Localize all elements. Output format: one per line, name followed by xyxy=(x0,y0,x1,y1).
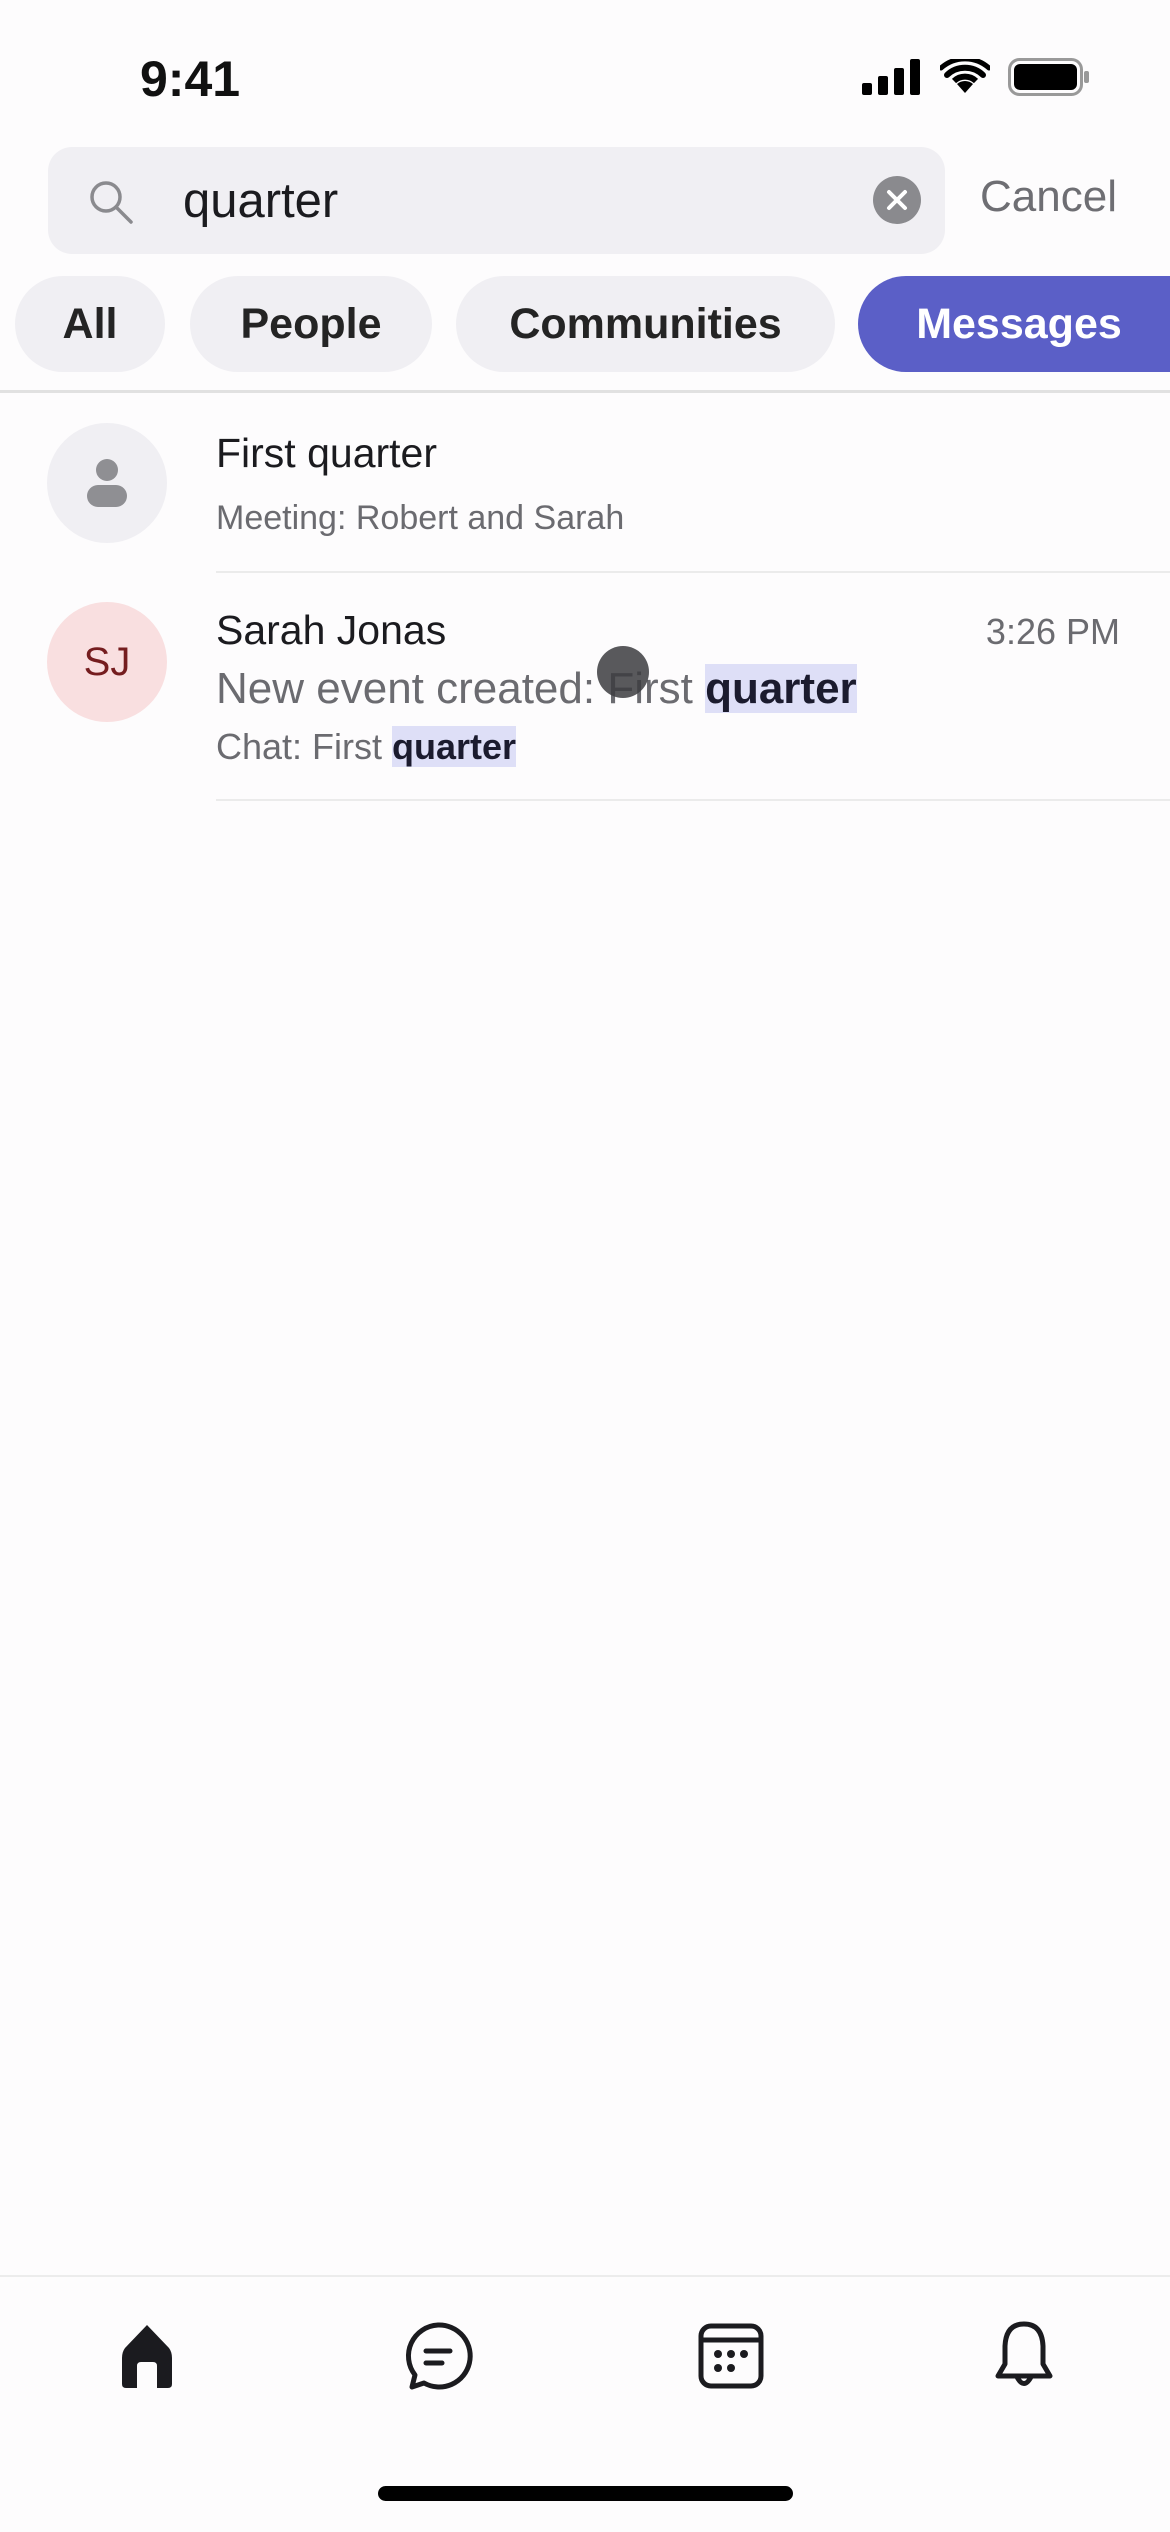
search-icon xyxy=(90,181,133,224)
filter-communities[interactable]: Communities xyxy=(456,276,835,372)
message-time: 3:26 PM xyxy=(985,611,1120,652)
divider xyxy=(0,390,1170,393)
cellular-signal-icon xyxy=(862,59,920,95)
search-input[interactable]: quarter xyxy=(183,173,338,229)
match-highlight: quarter xyxy=(705,664,857,713)
person-icon xyxy=(87,459,127,507)
match-highlight: quarter xyxy=(392,726,517,767)
filter-people[interactable]: People xyxy=(190,276,432,372)
status-time: 9:41 xyxy=(140,51,241,107)
result-subtitle: Meeting: Robert and Sarah xyxy=(216,499,625,537)
cancel-button[interactable]: Cancel xyxy=(980,172,1117,222)
calendar-icon[interactable] xyxy=(691,2316,771,2396)
filter-all[interactable]: All xyxy=(15,276,165,372)
result-title: First quarter xyxy=(216,430,437,476)
search-field[interactable]: quarter xyxy=(48,147,945,254)
bell-icon[interactable] xyxy=(984,2316,1064,2396)
touch-indicator xyxy=(597,646,649,698)
battery-icon xyxy=(1008,58,1089,96)
home-indicator[interactable] xyxy=(378,2486,793,2501)
clear-search-icon[interactable] xyxy=(873,176,921,224)
tab-bar-border xyxy=(0,2275,1170,2277)
separator xyxy=(216,799,1170,801)
avatar xyxy=(47,423,167,543)
chat-name: Chat: First quarter xyxy=(216,726,517,768)
filter-messages[interactable]: Messages xyxy=(858,276,1170,372)
chat-icon[interactable] xyxy=(398,2316,478,2396)
result-message[interactable]: SJ Sarah Jonas 3:26 PM New event created… xyxy=(0,573,1170,799)
home-icon[interactable] xyxy=(107,2316,187,2396)
result-meeting[interactable]: First quarter Meeting: Robert and Sarah xyxy=(0,410,1170,572)
avatar: SJ xyxy=(47,602,167,722)
message-preview: New event created: First quarter xyxy=(216,664,857,714)
status-icons xyxy=(862,58,1090,96)
wifi-icon xyxy=(940,59,990,93)
chat-text: Chat: First xyxy=(216,726,393,767)
sender-name: Sarah Jonas xyxy=(216,607,447,653)
